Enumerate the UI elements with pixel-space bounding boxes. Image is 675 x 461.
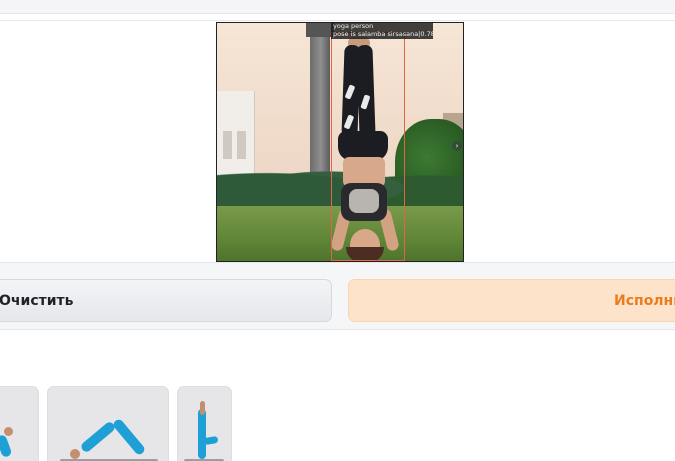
pose-arm <box>200 401 205 415</box>
example-thumbnail-standing-pose[interactable] <box>177 386 232 461</box>
pose-figure <box>0 433 13 459</box>
detection-label-pose: pose is salamba sirsasana|0.78 <box>333 29 433 38</box>
pose-figure <box>198 409 206 459</box>
examples-gallery <box>0 386 675 461</box>
window <box>237 131 246 159</box>
detection-label: yoga person pose is salamba sirsasana|0.… <box>331 23 433 39</box>
pose-head <box>70 449 80 459</box>
output-image: yoga person pose is salamba sirsasana|0.… <box>216 22 464 262</box>
window <box>223 131 232 159</box>
pose-bent-leg <box>203 435 219 446</box>
top-bar <box>0 0 675 14</box>
pose-legs <box>111 417 147 457</box>
example-thumbnail-downward-dog[interactable] <box>47 386 169 461</box>
chevron-right-icon[interactable]: › <box>452 141 462 151</box>
clear-button[interactable]: Очистить <box>0 279 332 322</box>
tower-top <box>306 23 334 37</box>
detection-box <box>331 32 405 261</box>
run-button[interactable]: Исполнить <box>348 279 675 322</box>
example-thumbnail-seated-pose[interactable] <box>0 386 39 461</box>
tower <box>310 23 330 173</box>
pose-torso <box>79 420 117 454</box>
pose-head <box>4 427 13 436</box>
